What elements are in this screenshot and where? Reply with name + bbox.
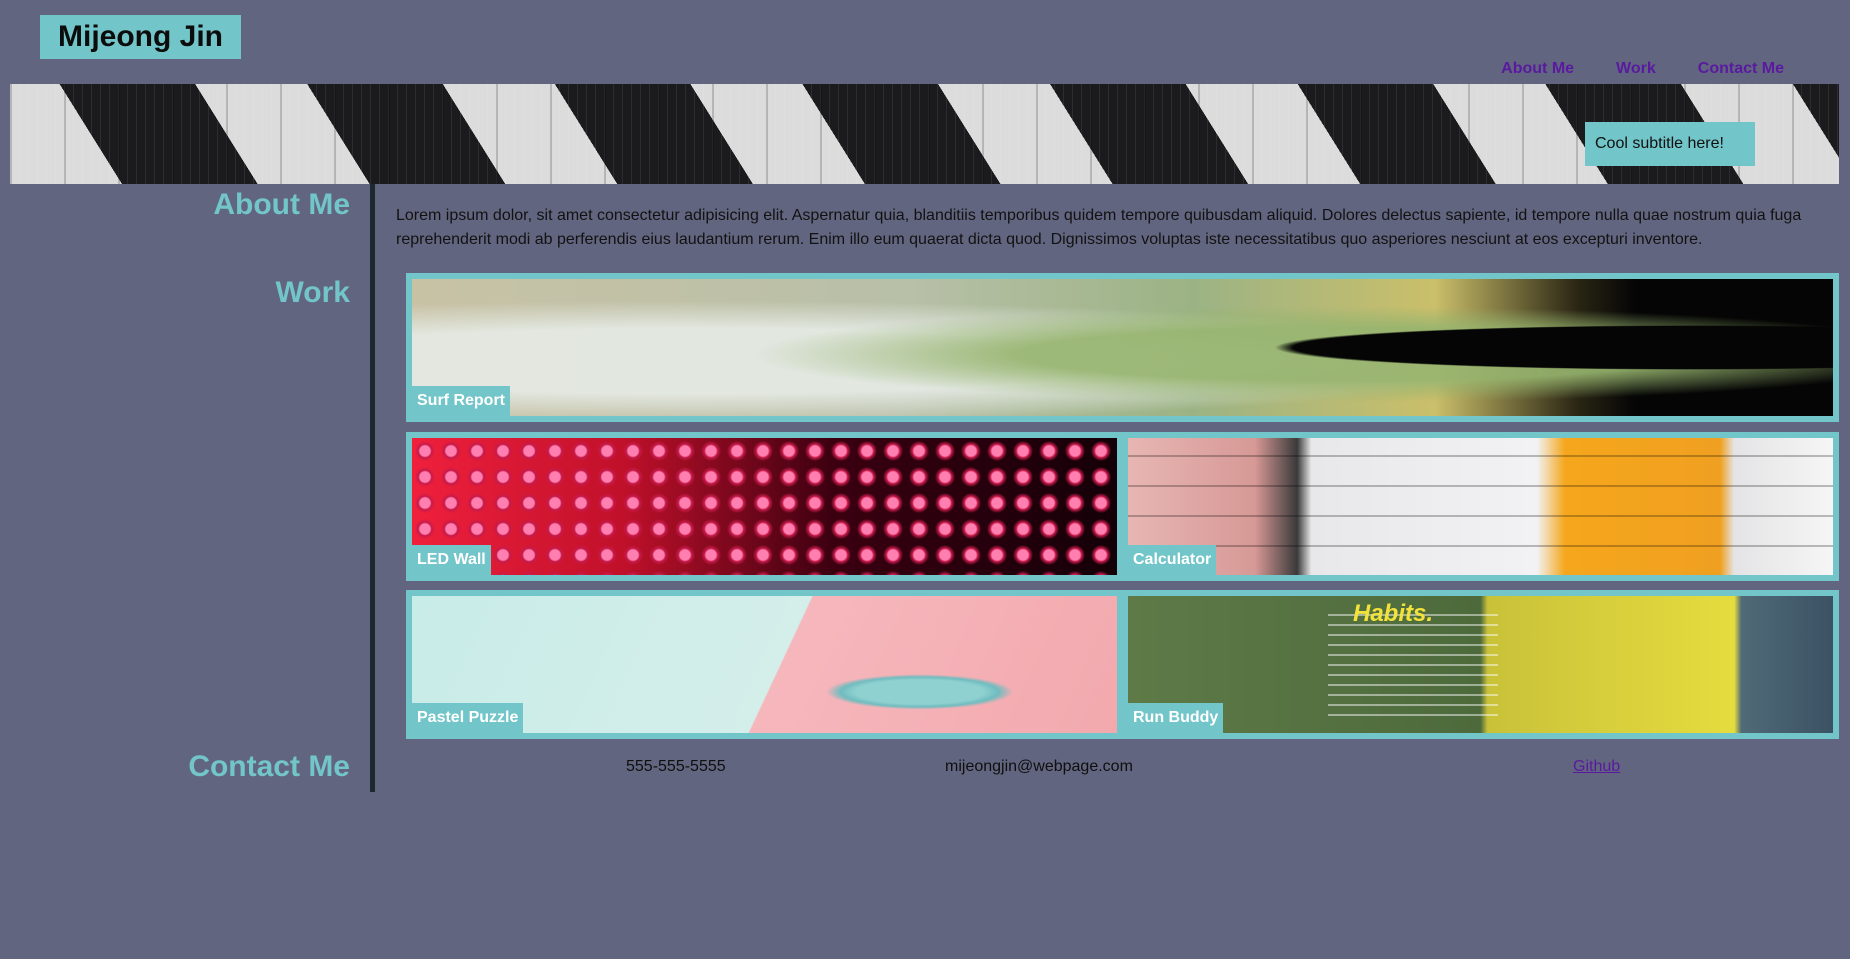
work-row-1: Surf Report <box>406 273 1839 422</box>
project-label: Pastel Puzzle <box>412 703 524 733</box>
project-label: Surf Report <box>412 386 510 416</box>
project-run-buddy[interactable]: Habits. Run Buddy <box>1128 596 1833 733</box>
project-pastel-puzzle[interactable]: Pastel Puzzle <box>412 596 1117 733</box>
project-surf-report[interactable]: Surf Report <box>412 279 1833 416</box>
nav-work-link[interactable]: Work <box>1616 60 1656 78</box>
site-title: Mijeong Jin <box>40 15 241 59</box>
project-led-wall[interactable]: LED Wall <box>412 438 1117 575</box>
project-label: LED Wall <box>412 545 491 575</box>
section-heading-contact: Contact Me <box>188 750 350 783</box>
section-heading-work: Work <box>275 276 350 309</box>
run-buddy-heading: Habits. <box>1353 600 1434 627</box>
github-link[interactable]: Github <box>1573 758 1620 776</box>
hero-subtitle: Cool subtitle here! <box>1585 122 1755 166</box>
project-label: Calculator <box>1128 545 1217 575</box>
project-label: Run Buddy <box>1128 703 1224 733</box>
work-row-3: Pastel Puzzle Habits. Run Buddy <box>406 590 1839 739</box>
hero-banner <box>10 84 1839 184</box>
nav-contact-link[interactable]: Contact Me <box>1698 60 1784 78</box>
contact-phone: 555-555-5555 <box>626 758 726 775</box>
nav-about-link[interactable]: About Me <box>1501 60 1574 78</box>
section-heading-about: About Me <box>213 188 350 221</box>
work-row-2: LED Wall Calculator <box>406 432 1839 581</box>
main-nav: About Me Work Contact Me <box>1501 60 1784 78</box>
about-text: Lorem ipsum dolor, sit amet consectetur … <box>396 207 1802 248</box>
sidebar-divider <box>370 184 375 792</box>
contact-email: mijeongjin@webpage.com <box>945 758 1133 775</box>
project-calculator[interactable]: Calculator <box>1128 438 1833 575</box>
